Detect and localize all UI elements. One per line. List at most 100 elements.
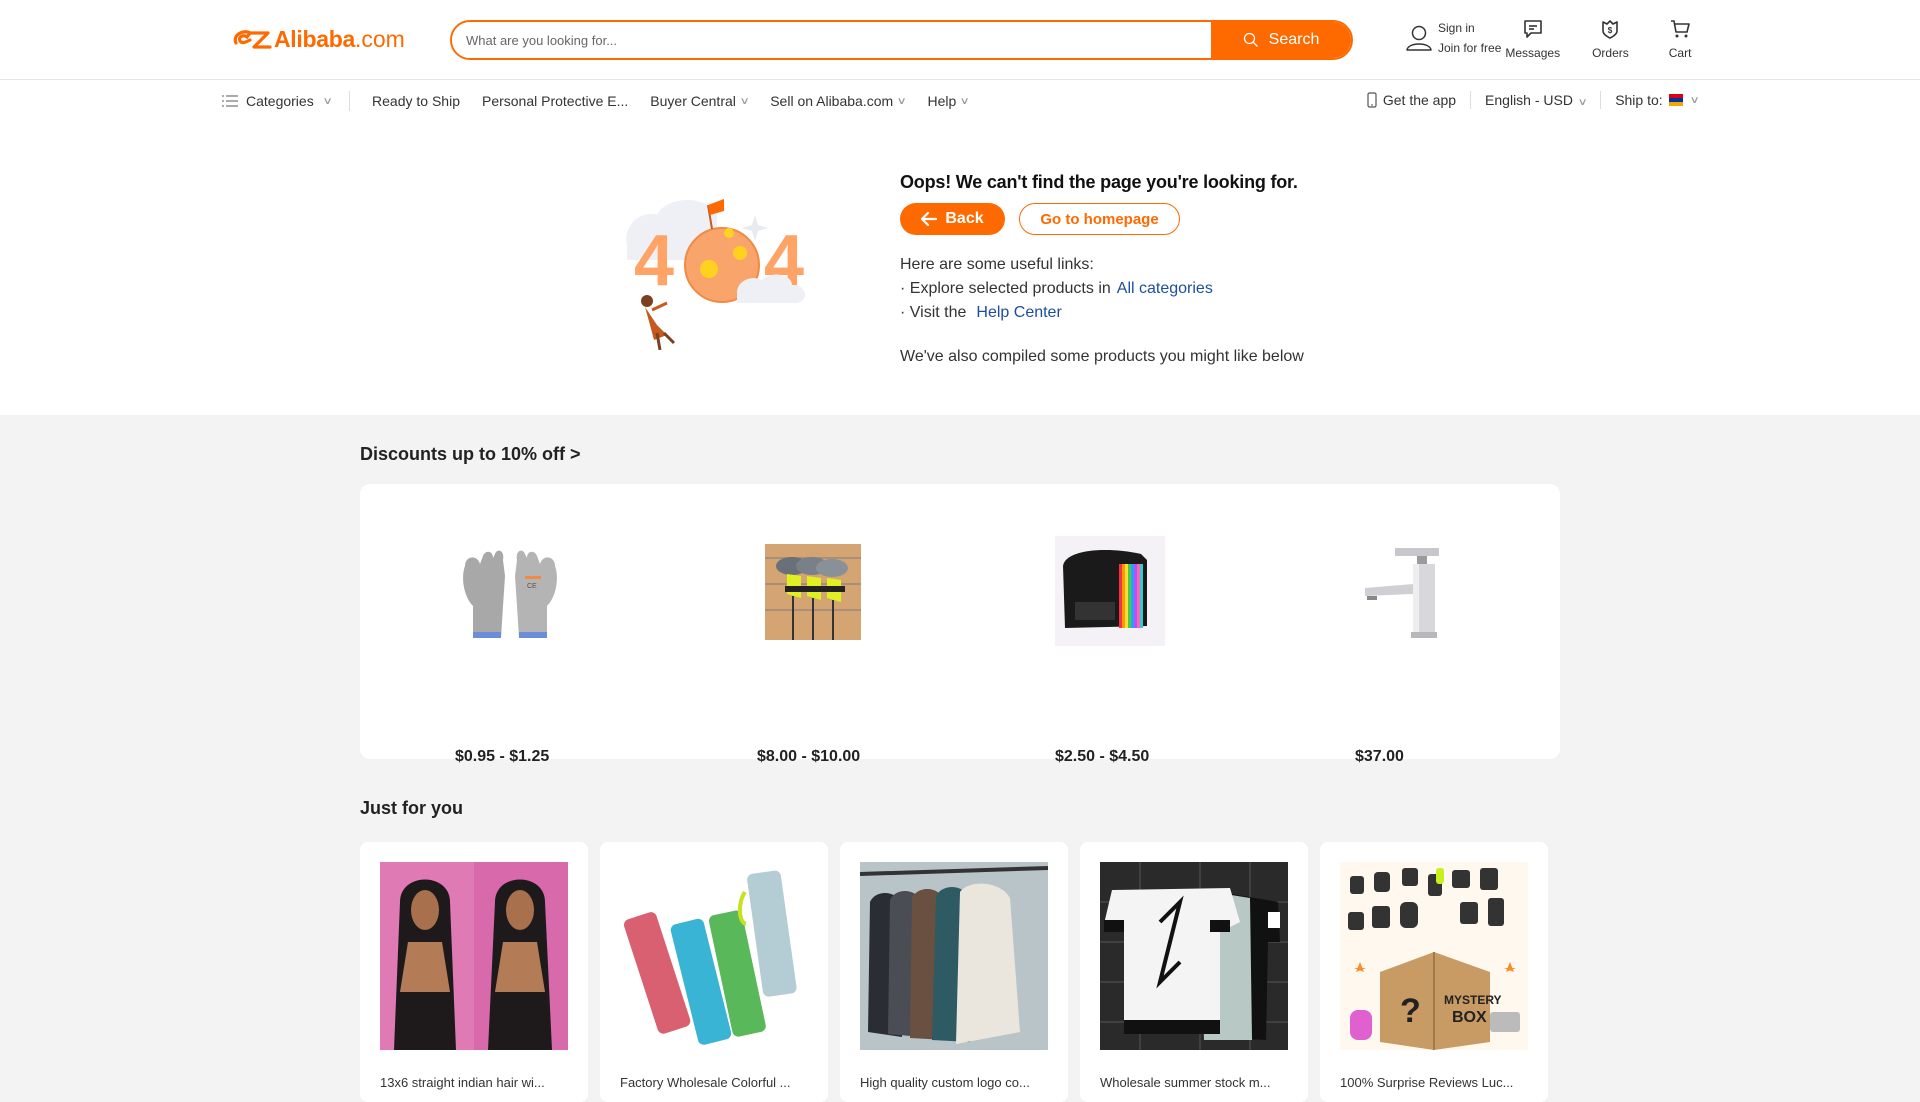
nav-personal-protective[interactable]: Personal Protective E... [482,93,628,109]
alibaba-logo[interactable]: Alibaba .com [230,25,405,53]
cart-icon [1671,20,1690,38]
product-price: $2.50 - $4.50 [1055,748,1150,765]
cart-button[interactable]: Cart [1668,18,1692,60]
list-icon [222,95,238,107]
messages-label: Messages [1505,46,1561,60]
product-card[interactable]: 13x6 straight indian hair wi... [360,842,588,1102]
help-center-link[interactable]: Help Center [976,304,1061,321]
product-card[interactable]: Wholesale summer stock m... [1080,842,1308,1102]
product-title: Factory Wholesale Colorful ... [620,1075,791,1090]
discount-product[interactable]: $2.50 - $4.50 [1055,536,1215,765]
messages-button[interactable]: Messages [1505,18,1560,60]
product-card[interactable]: High quality custom logo co... [840,842,1068,1102]
nav-item-label: Personal Protective E... [481,93,629,109]
product-price: $37.00 [1355,748,1404,765]
discount-product[interactable]: CE $0.95 - $1.25 [455,536,615,765]
nav-help[interactable]: Help ∨ [927,93,971,109]
search-bar: Search [450,20,1353,60]
arrow-left-icon [921,212,938,226]
categories-menu[interactable]: Categories ∨ [222,91,351,111]
svg-text:BOX: BOX [1452,1009,1487,1026]
cart-label: Cart [1668,46,1692,60]
gloves-product-image: CE [455,536,565,646]
just-for-you-title: Just for you [360,798,464,818]
chevron-down-icon: ∨ [322,95,333,107]
language-currency-label: English - USD [1485,92,1573,108]
product-card[interactable]: Factory Wholesale Colorful ... [600,842,828,1102]
divider [1600,91,1602,109]
useful-link-categories: · Explore selected products in All catego… [900,277,1304,301]
sign-in-link[interactable]: Sign in [1438,18,1501,38]
chevron-down-icon: ∨ [739,95,750,107]
nav-sell-on-alibaba[interactable]: Sell on Alibaba.com ∨ [770,93,907,109]
error-message-block: Oops! We can't find the page you're look… [900,172,1304,369]
404-illustration: 4 4 [626,199,806,350]
categories-label: Categories [246,93,314,109]
link-prefix: · Explore selected products in [900,280,1111,297]
svg-text:4: 4 [634,221,674,301]
product-card[interactable]: ? MYSTERY BOX 100% Surprise Reviews Luc.… [1320,842,1548,1102]
orders-label: Orders [1592,46,1629,60]
header: Alibaba.com Search Sign in Join for free [0,0,1920,80]
golf-clubs-product-image [765,544,861,640]
useful-links-intro: Here are some useful links: [900,256,1094,273]
search-input[interactable] [452,22,1211,58]
nav-ready-to-ship[interactable]: Ready to Ship [372,93,460,109]
armenia-flag-icon [1668,94,1683,106]
chevron-down-icon: ∨ [896,95,907,107]
nav-item-label: Buyer Central [650,93,736,109]
homepage-button-label: Go to homepage [1040,210,1159,228]
discounts-title[interactable]: Discounts up to 10% off > [360,444,581,465]
useful-link-help: · Visit the Help Center [900,301,1304,325]
divider [1470,91,1472,109]
back-button[interactable]: Back [900,203,1005,235]
svg-text:$: $ [1608,26,1613,35]
user-icon [1406,25,1432,51]
nav-item-label: Sell on Alibaba.com [770,93,894,109]
search-icon [1243,32,1258,47]
all-categories-link[interactable]: All categories [1117,280,1213,297]
message-icon [1523,20,1542,38]
logo-brand: Alibaba [274,25,355,52]
sign-in-block[interactable]: Sign in Join for free [1404,18,1501,58]
back-button-label: Back [945,210,984,227]
product-title: 13x6 straight indian hair wi... [380,1075,545,1090]
get-app-label: Get the app [1382,92,1457,108]
product-title: 100% Surprise Reviews Luc... [1340,1075,1514,1090]
ship-to-selector[interactable]: Ship to: ∨ [1615,92,1700,108]
chevron-down-icon: ∨ [959,95,971,107]
product-title: Wholesale summer stock m... [1100,1075,1271,1090]
product-price: $0.95 - $1.25 [455,748,550,765]
orders-icon: $ [1602,20,1619,39]
nav-buyer-central[interactable]: Buyer Central ∨ [650,93,750,109]
svg-text:?: ? [1400,992,1421,1030]
logo-suffix: .com [354,25,405,52]
discount-product[interactable]: $8.00 - $10.00 [757,536,917,765]
mystery-box-product-image: ? MYSTERY BOX [1340,862,1528,1050]
nav-item-label: Ready to Ship [372,93,460,109]
faucet-product-image [1355,536,1465,646]
recommendations-intro: We've also compiled some products you mi… [900,348,1304,365]
nav-bar: Categories ∨ Ready to Ship Personal Prot… [0,81,1920,121]
search-button[interactable]: Search [1211,22,1351,58]
discount-product[interactable]: $37.00 [1355,536,1515,765]
search-button-label: Search [1268,31,1320,48]
header-actions: Sign in Join for free Messages $ Orders [1404,18,1691,60]
chevron-down-icon: ∨ [1689,94,1700,106]
hoodies-product-image [859,862,1049,1050]
discounts-card: CE $0.95 - $1.25 $8.00 - $10.00 $2.50 - … [360,484,1560,765]
nav-item-label: Help [927,93,957,109]
tshirts-product-image [1100,862,1288,1050]
language-currency-selector[interactable]: English - USD ∨ [1485,92,1588,108]
product-title: High quality custom logo co... [860,1075,1030,1090]
get-app-link[interactable]: Get the app [1367,92,1456,108]
svg-text:CE: CE [527,583,537,590]
product-price: $8.00 - $10.00 [757,748,861,765]
join-free-link[interactable]: Join for free [1438,38,1501,58]
alibaba-logo-icon [233,30,272,49]
just-for-you-grid: 13x6 straight indian hair wi... Factory … [360,842,1548,1102]
orders-button[interactable]: $ Orders [1592,18,1629,60]
error-heading: Oops! We can't find the page you're look… [900,172,1298,192]
go-to-homepage-button[interactable]: Go to homepage [1019,203,1180,235]
ship-to-label: Ship to: [1615,92,1663,108]
